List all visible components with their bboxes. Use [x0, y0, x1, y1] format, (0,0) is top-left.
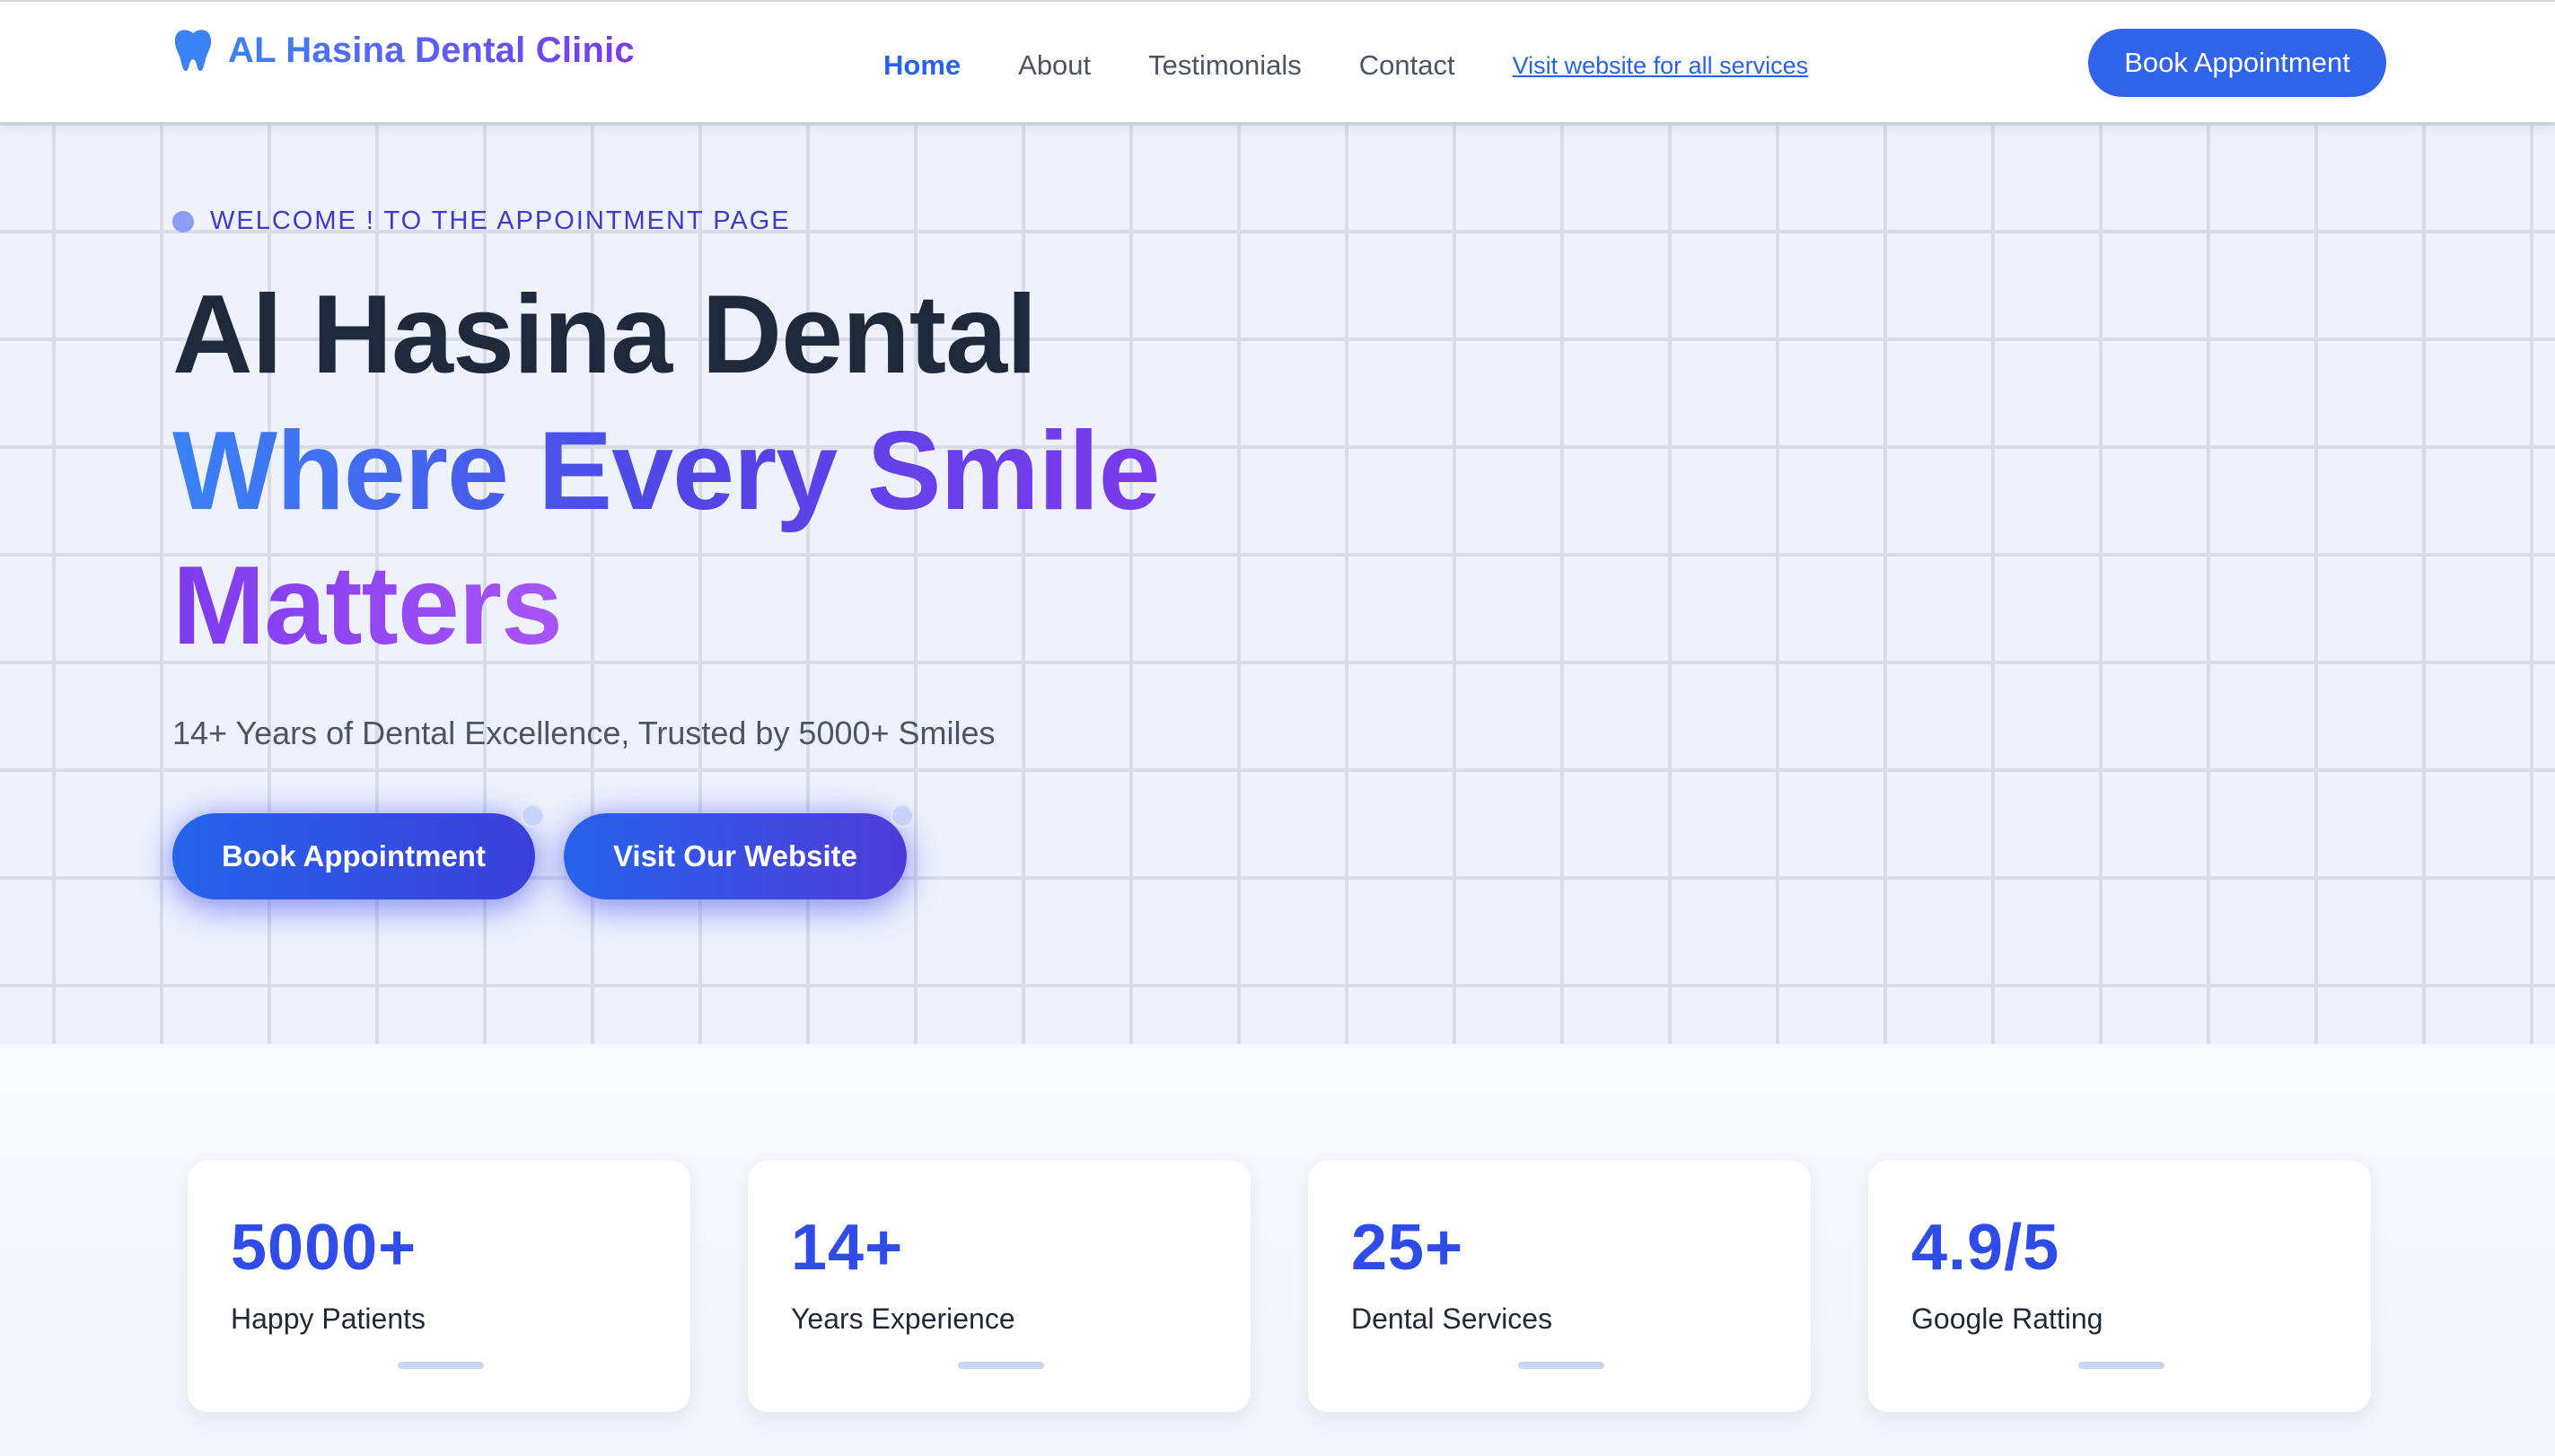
hero-eyebrow: WELCOME ! TO THE APPOINTMENT PAGE — [172, 206, 791, 236]
stat-value: 4.9/5 — [1911, 1212, 2060, 1284]
hero-heading-line1: Al Hasina Dental — [172, 273, 1038, 397]
nav-book-appointment-button[interactable]: Book Appointment — [2088, 29, 2386, 97]
stat-label: Dental Services — [1351, 1303, 1553, 1335]
page: AL Hasina Dental Clinic Home About Testi… — [0, 0, 2555, 1456]
stat-label: Google Ratting — [1911, 1303, 2103, 1335]
nav-link-all-services[interactable]: Visit website for all services — [1513, 52, 1809, 80]
stat-accent-bar — [1518, 1362, 1604, 1369]
stat-accent-bar — [958, 1362, 1044, 1369]
hero-subtitle: 14+ Years of Dental Excellence, Trusted … — [172, 715, 996, 751]
brand-logo[interactable]: AL Hasina Dental Clinic — [172, 25, 635, 75]
stat-accent-bar — [2078, 1362, 2164, 1369]
nav-link-testimonials[interactable]: Testimonials — [1148, 49, 1302, 82]
stat-card-services: 25+ Dental Services — [1308, 1161, 1811, 1412]
hero-heading-line2: Where Every Smile — [172, 404, 1161, 539]
stat-label: Years Experience — [791, 1303, 1015, 1335]
stat-value: 14+ — [791, 1212, 904, 1284]
sparkle-dot-icon — [521, 804, 544, 828]
stat-card-patients: 5000+ Happy Patients — [188, 1161, 690, 1412]
nav-menu: Home About Testimonials Contact Visit we… — [883, 45, 1808, 86]
sparkle-dot-icon — [891, 804, 914, 828]
stat-label: Happy Patients — [231, 1303, 426, 1335]
nav-link-about[interactable]: About — [1018, 49, 1091, 82]
stat-accent-bar — [398, 1362, 484, 1369]
brand-name: AL Hasina Dental Clinic — [228, 30, 635, 70]
stat-value: 5000+ — [231, 1212, 417, 1284]
navbar: AL Hasina Dental Clinic Home About Testi… — [0, 0, 2555, 122]
hero-visit-website-button[interactable]: Visit Our Website — [564, 813, 907, 899]
eyebrow-text: WELCOME ! TO THE APPOINTMENT PAGE — [210, 206, 791, 235]
stat-card-experience: 14+ Years Experience — [748, 1161, 1251, 1412]
nav-link-home[interactable]: Home — [883, 49, 961, 82]
hero-book-appointment-button[interactable]: Book Appointment — [172, 813, 535, 899]
nav-link-contact[interactable]: Contact — [1359, 49, 1455, 82]
stat-value: 25+ — [1351, 1212, 1464, 1284]
hero-heading: Al Hasina Dental Where Every Smile Matte… — [172, 268, 1429, 673]
tooth-icon — [174, 30, 212, 71]
hero-heading-line3: Matters — [172, 539, 563, 673]
hero-section: WELCOME ! TO THE APPOINTMENT PAGE Al Has… — [0, 122, 2555, 1044]
stat-card-rating: 4.9/5 Google Ratting — [1868, 1161, 2371, 1412]
eyebrow-dot-icon — [172, 210, 194, 232]
stats-section: 5000+ Happy Patients 14+ Years Experienc… — [0, 1044, 2555, 1456]
